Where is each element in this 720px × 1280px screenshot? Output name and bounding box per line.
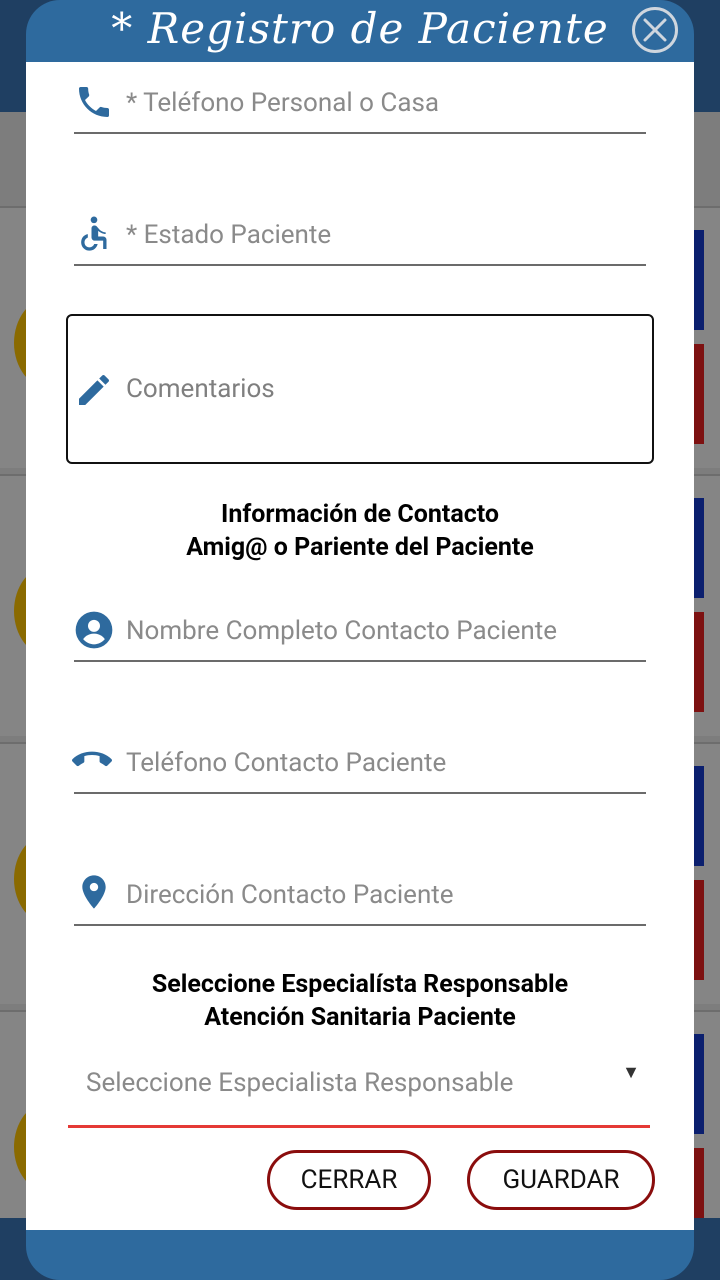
comments-textarea[interactable]: Comentarios xyxy=(66,314,654,464)
contact-phone-placeholder: Teléfono Contacto Paciente xyxy=(126,748,447,778)
dropdown-arrow-icon: ▼ xyxy=(622,1062,640,1083)
contact-address-field[interactable]: Dirección Contacto Paciente xyxy=(74,854,646,926)
contact-info-heading: Información de Contacto Amig@ o Pariente… xyxy=(26,498,694,564)
map-pin-icon xyxy=(82,875,106,909)
modal-header: * Registro de Paciente xyxy=(26,0,694,62)
phone-icon xyxy=(79,87,109,117)
account-circle-icon xyxy=(75,611,113,649)
phone-hangup-icon xyxy=(72,751,112,767)
specialist-select-value: Seleccione Especialista Responsable xyxy=(86,1068,514,1098)
specialist-heading-line2: Atención Sanitaria Paciente xyxy=(204,1003,516,1032)
specialist-select[interactable]: Seleccione Especialista Responsable ▼ xyxy=(68,1062,650,1128)
contact-info-heading-line1: Información de Contacto xyxy=(221,500,499,529)
specialist-heading: Seleccione Especialísta Responsable Aten… xyxy=(26,968,694,1034)
patient-status-field[interactable]: * Estado Paciente xyxy=(74,194,646,266)
contact-phone-field[interactable]: Teléfono Contacto Paciente xyxy=(72,722,646,794)
contact-address-placeholder: Dirección Contacto Paciente xyxy=(126,880,454,910)
guardar-button[interactable]: GUARDAR xyxy=(467,1150,655,1210)
cerrar-button[interactable]: CERRAR xyxy=(267,1150,431,1210)
modal-body: * Teléfono Personal o Casa * Estado Paci… xyxy=(26,62,694,1230)
contact-name-placeholder: Nombre Completo Contacto Paciente xyxy=(126,616,558,646)
comments-placeholder: Comentarios xyxy=(126,374,275,404)
patient-status-placeholder: * Estado Paciente xyxy=(126,220,332,250)
patient-registration-modal: * Registro de Paciente * Teléfono Person… xyxy=(26,0,694,1280)
modal-footer xyxy=(26,1230,694,1280)
specialist-heading-line1: Seleccione Especialísta Responsable xyxy=(151,970,569,999)
phone-personal-placeholder: * Teléfono Personal o Casa xyxy=(126,88,440,118)
close-x-glyph xyxy=(643,18,667,42)
contact-info-heading-line2: Amig@ o Pariente del Paciente xyxy=(186,533,534,562)
modal-title: * Registro de Paciente xyxy=(111,4,609,53)
pencil-icon xyxy=(79,374,109,405)
close-icon[interactable] xyxy=(632,7,678,53)
contact-name-field[interactable]: Nombre Completo Contacto Paciente xyxy=(74,590,646,662)
wheelchair-icon xyxy=(81,216,107,251)
phone-personal-field[interactable]: * Teléfono Personal o Casa xyxy=(74,62,646,134)
